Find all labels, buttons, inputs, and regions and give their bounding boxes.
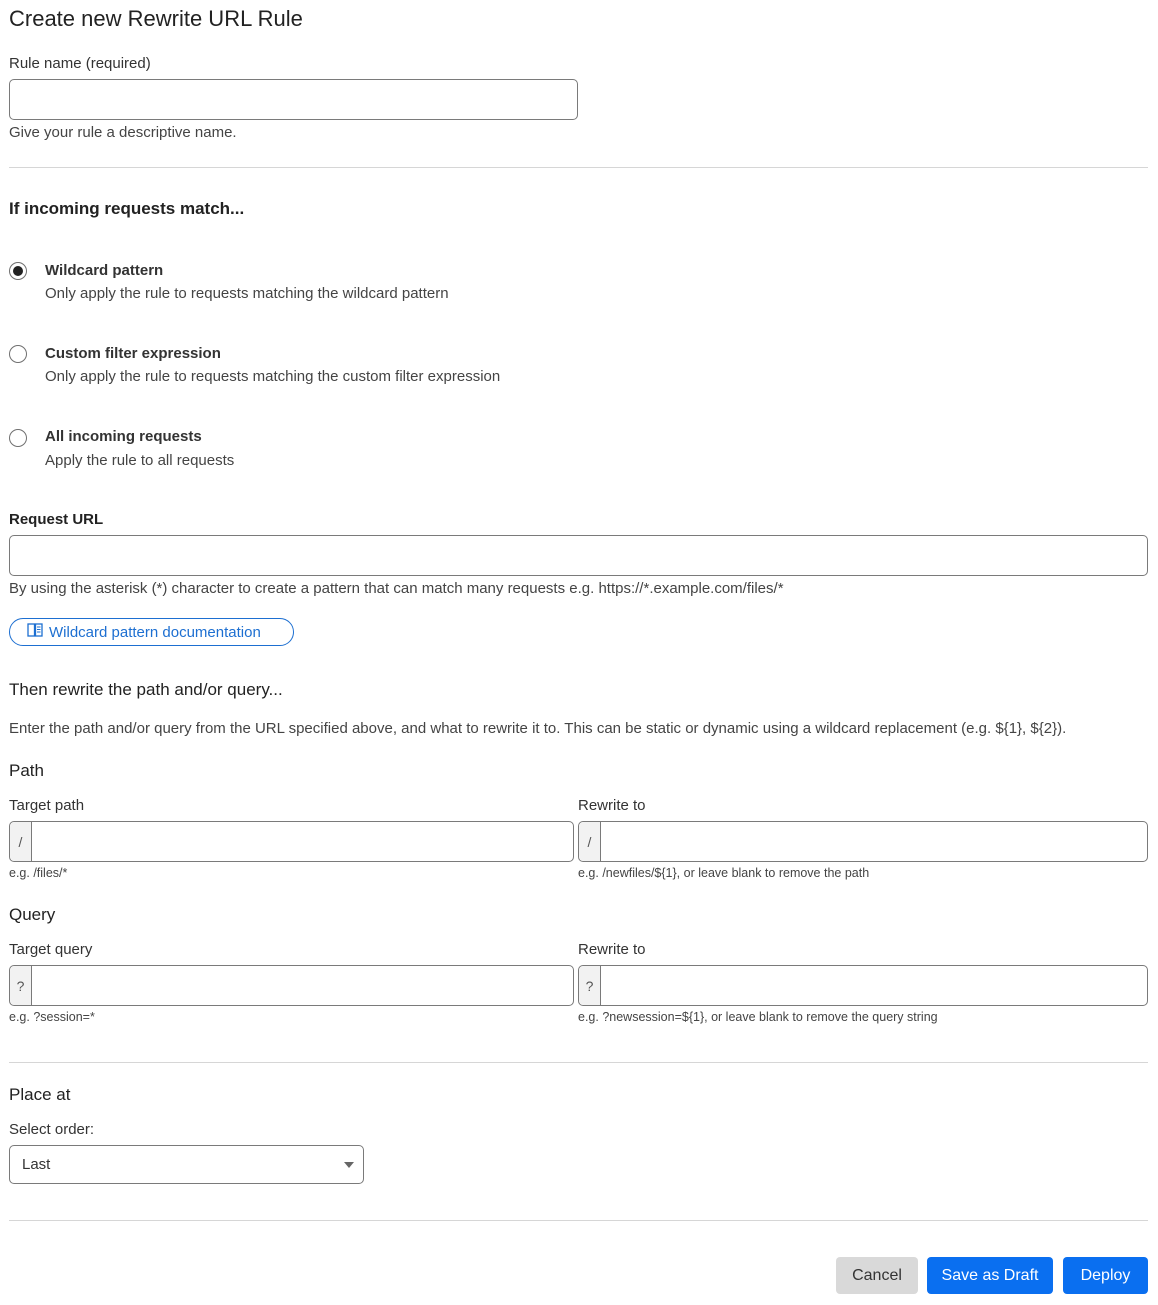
radio-custom-filter-title[interactable]: Custom filter expression <box>45 345 221 362</box>
target-path-prefix: / <box>10 822 32 861</box>
target-query-label: Target query <box>9 941 93 958</box>
cancel-button[interactable]: Cancel <box>836 1257 918 1294</box>
page-title: Create new Rewrite URL Rule <box>9 6 303 31</box>
request-url-label: Request URL <box>9 511 104 528</box>
radio-selected-dot <box>13 266 23 276</box>
divider <box>9 1062 1148 1063</box>
radio-all-requests-title[interactable]: All incoming requests <box>45 428 202 445</box>
deploy-button[interactable]: Deploy <box>1063 1257 1148 1294</box>
wildcard-documentation-label: Wildcard pattern documentation <box>49 623 261 641</box>
request-url-input[interactable] <box>9 535 1148 576</box>
place-at-heading: Place at <box>9 1085 71 1104</box>
path-heading: Path <box>9 761 44 780</box>
rewrite-path-label: Rewrite to <box>578 797 646 814</box>
target-query-help: e.g. ?session=* <box>9 1010 95 1024</box>
radio-all-requests-description: Apply the rule to all requests <box>45 452 235 469</box>
order-select-value: Last <box>22 1156 51 1173</box>
wildcard-documentation-button[interactable]: Wildcard pattern documentation <box>9 618 294 646</box>
book-icon <box>27 623 43 641</box>
rewrite-path-field[interactable]: / <box>578 821 1148 862</box>
rule-name-label: Rule name (required) <box>9 55 151 72</box>
radio-wildcard-description: Only apply the rule to requests matching… <box>45 285 449 302</box>
target-query-field[interactable]: ? <box>9 965 574 1006</box>
rewrite-query-label: Rewrite to <box>578 941 646 958</box>
save-draft-button[interactable]: Save as Draft <box>927 1257 1053 1294</box>
rewrite-path-help: e.g. /newfiles/${1}, or leave blank to r… <box>578 866 870 880</box>
chevron-down-icon <box>344 1162 354 1168</box>
rewrite-path-prefix: / <box>579 822 601 861</box>
match-heading: If incoming requests match... <box>9 199 245 218</box>
rewrite-description: Enter the path and/or query from the URL… <box>9 720 1067 737</box>
radio-button[interactable] <box>9 345 27 363</box>
target-path-field[interactable]: / <box>9 821 574 862</box>
radio-button[interactable] <box>9 429 27 447</box>
request-url-help: By using the asterisk (*) character to c… <box>9 580 784 597</box>
rewrite-query-prefix: ? <box>579 966 601 1005</box>
rewrite-query-field[interactable]: ? <box>578 965 1148 1006</box>
order-select[interactable]: Last <box>9 1145 364 1184</box>
select-order-label: Select order: <box>9 1121 95 1138</box>
query-heading: Query <box>9 905 56 924</box>
target-query-prefix: ? <box>10 966 32 1005</box>
rewrite-query-help: e.g. ?newsession=${1}, or leave blank to… <box>578 1010 938 1024</box>
rewrite-heading: Then rewrite the path and/or query... <box>9 680 283 699</box>
target-path-help: e.g. /files/* <box>9 866 68 880</box>
radio-wildcard-title[interactable]: Wildcard pattern <box>45 262 163 279</box>
radio-all-requests[interactable] <box>9 429 27 447</box>
radio-button[interactable] <box>9 262 27 280</box>
rule-name-help: Give your rule a descriptive name. <box>9 124 237 141</box>
radio-wildcard[interactable] <box>9 262 27 280</box>
divider <box>9 1220 1148 1221</box>
rule-name-input[interactable] <box>9 79 578 120</box>
target-path-label: Target path <box>9 797 85 814</box>
radio-custom-filter[interactable] <box>9 345 27 363</box>
radio-custom-filter-description: Only apply the rule to requests matching… <box>45 368 501 385</box>
divider <box>9 167 1148 168</box>
